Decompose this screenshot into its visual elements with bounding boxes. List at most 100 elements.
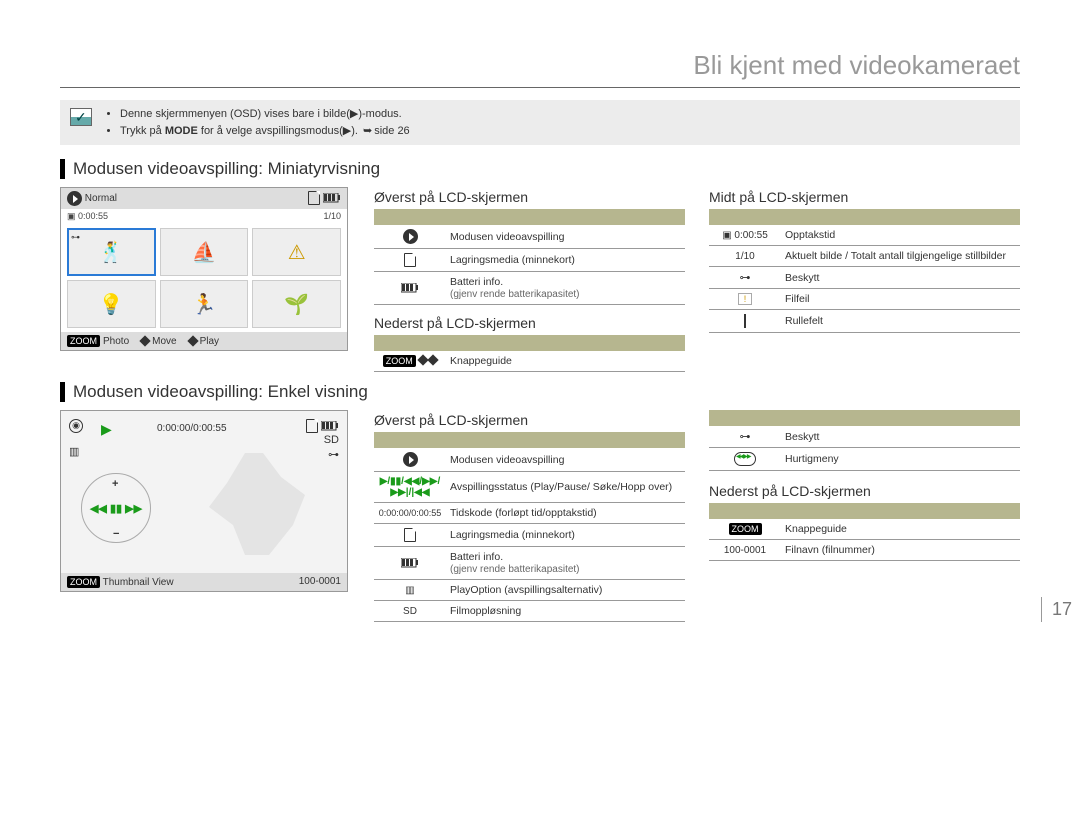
table-row: ▥PlayOption (avspillingsalternativ) (374, 580, 685, 601)
bars-icon: ▥ (405, 585, 414, 596)
key-icon: ⊶ (328, 449, 339, 461)
table-row: Modusen videoavspilling (374, 448, 685, 472)
warning-icon: ! (738, 293, 752, 305)
bottom-lcd-table-2: ZOOMKnappeguide 100-0001Filnavn (filnumm… (709, 503, 1020, 561)
thumb[interactable]: ⛵ (160, 228, 249, 276)
battery-icon (401, 283, 419, 293)
battery-icon (401, 558, 419, 568)
thumb[interactable]: 💡 (67, 280, 156, 328)
lcd-counter: 1/10 (323, 211, 341, 222)
dancer-icon: 🕺 (99, 240, 124, 265)
scroll-icon (744, 314, 746, 328)
top-lcd-title-2: Øverst på LCD-skjermen (374, 412, 685, 428)
thumb-error[interactable]: ⚠ (252, 228, 341, 276)
thumb[interactable]: 🌱 (252, 280, 341, 328)
warning-icon: ⚠ (288, 240, 306, 265)
lcd-time: 0:00:55 (78, 211, 108, 221)
bottom-lcd-title: Nederst på LCD-skjermen (374, 315, 685, 331)
thumb-selected[interactable]: 🕺⊶ (67, 228, 156, 276)
right-top-table: ⊶Beskytt Hurtigmeny (709, 410, 1020, 471)
note-text: )-modus. (358, 108, 401, 120)
table-row: Batteri info.(gjenv rende batterikapasit… (374, 547, 685, 580)
sailboat-icon: ⛵ (192, 240, 217, 265)
thumb[interactable]: 🏃 (160, 280, 249, 328)
lcd-timecode: 0:00:00/0:00:55 (157, 423, 227, 434)
bottom-lcd-title-2: Nederst på LCD-skjermen (709, 483, 1020, 499)
bars-icon: ▥ (69, 445, 79, 460)
wheel-icon (734, 452, 756, 466)
top-lcd-table-2: Modusen videoavspilling ▶/▮▮/◀◀/▶▶/▶▶|/|… (374, 432, 685, 622)
runner-icon: 🏃 (192, 292, 217, 317)
table-row: ▣ 0:00:55Opptakstid (709, 225, 1020, 246)
lock-icon: ⊶ (71, 232, 80, 243)
lcd-single-view: ◉ ▶ 0:00:00/0:00:55 SD ⊶ ▥ ◀◀ ▮▮ ▶▶ ZOOM… (60, 410, 348, 592)
table-row: Hurtigmeny (709, 448, 1020, 471)
arrow-icon (361, 125, 374, 137)
battery-icon (321, 421, 339, 431)
thumbnail-view-label: Thumbnail View (103, 577, 174, 588)
bottom-lcd-table: ZOOM Knappeguide (374, 335, 685, 372)
table-row: Lagringsmedia (minnekort) (374, 524, 685, 547)
card-icon (404, 528, 416, 542)
table-row: Lagringsmedia (minnekort) (374, 249, 685, 272)
key-icon: ⊶ (740, 272, 751, 284)
plant-icon: 🌱 (284, 292, 309, 317)
table-row: Rullefelt (709, 310, 1020, 333)
table-row: ⊶Beskytt (709, 267, 1020, 289)
zoom-badge: ZOOM (383, 355, 416, 367)
play-mode-icon (403, 452, 418, 467)
note-line-1: Denne skjermmenyen (OSD) vises bare i bi… (120, 106, 1010, 123)
page-number: 17 (1041, 597, 1072, 622)
check-note-icon (70, 108, 92, 126)
battery-icon (323, 193, 341, 203)
play-controls-icon: ▶/▮▮/◀◀/▶▶/▶▶|/|◀◀ (380, 476, 441, 498)
card-icon (404, 253, 416, 267)
table-row: !Filfeil (709, 289, 1020, 310)
menu-icon: ◉ (69, 419, 83, 433)
play-mode-icon (67, 191, 82, 206)
filename-label: 100-0001 (299, 576, 341, 588)
diamond-icon (187, 335, 198, 346)
section2-heading: Modusen videoavspilling: Enkel visning (60, 382, 1020, 402)
playback-icon: ▶ (343, 125, 351, 137)
note-box: Denne skjermmenyen (OSD) vises bare i bi… (60, 100, 1020, 145)
table-row: Batteri info.(gjenv rende batterikapasit… (374, 272, 685, 305)
mid-lcd-title: Midt på LCD-skjermen (709, 189, 1020, 205)
dancer-silhouette (197, 441, 317, 561)
table-row: ZOOM Knappeguide (374, 351, 685, 372)
lcd-photo-label: Photo (103, 336, 129, 347)
lcd-normal-label: Normal (85, 193, 117, 204)
sd-label: SD (324, 434, 339, 446)
diamond-icon (139, 335, 150, 346)
jog-wheel: ◀◀ ▮▮ ▶▶ (81, 473, 151, 543)
top-lcd-table: Modusen videoavspilling Lagringsmedia (m… (374, 209, 685, 305)
table-row: ▶/▮▮/◀◀/▶▶/▶▶|/|◀◀Avspillingsstatus (Pla… (374, 472, 685, 503)
note-text: Trykk på (120, 125, 165, 137)
section1-heading: Modusen videoavspilling: Miniatyrvisning (60, 159, 1020, 179)
zoom-badge: ZOOM (729, 523, 762, 535)
table-row: ⊶Beskytt (709, 426, 1020, 448)
mid-lcd-table: ▣ 0:00:55Opptakstid 1/10Aktuelt bilde / … (709, 209, 1020, 333)
table-row: 1/10Aktuelt bilde / Totalt antall tilgje… (709, 246, 1020, 267)
table-row: 100-0001Filnavn (filnummer) (709, 540, 1020, 561)
lcd-play-label: Play (200, 336, 219, 347)
note-text: for å velge avspillingsmodus( (198, 125, 343, 137)
note-line-2: Trykk på MODE for å velge avspillingsmod… (120, 123, 1010, 140)
card-icon (306, 419, 318, 433)
play-mode-icon (403, 229, 418, 244)
top-lcd-title: Øverst på LCD-skjermen (374, 189, 685, 205)
table-row: SDFilmoppløsning (374, 601, 685, 622)
play-icon: ▶ (101, 421, 112, 438)
table-row: ZOOMKnappeguide (709, 519, 1020, 540)
lamp-icon: 💡 (99, 292, 124, 317)
table-row: Modusen videoavspilling (374, 225, 685, 249)
zoom-badge: ZOOM (67, 576, 100, 588)
lcd-move-label: Move (152, 336, 176, 347)
page-title: Bli kjent med videokameraet (60, 50, 1020, 88)
card-icon (308, 191, 320, 205)
key-icon: ⊶ (740, 431, 751, 443)
mode-label: MODE (165, 125, 198, 137)
zoom-badge: ZOOM (67, 335, 100, 347)
note-text: Denne skjermmenyen (OSD) vises bare i bi… (120, 108, 350, 120)
page-ref: side 26 (374, 125, 409, 137)
